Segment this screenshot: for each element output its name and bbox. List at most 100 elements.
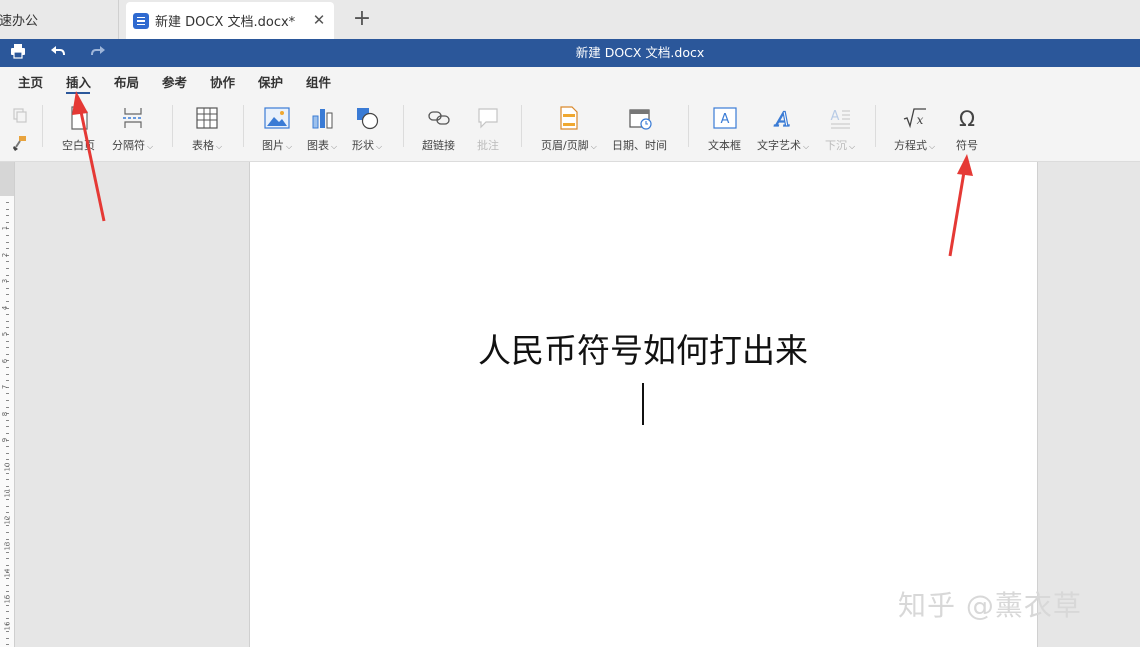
title-bar: 新建 DOCX 文档.docx bbox=[0, 39, 1140, 67]
ruler-tick bbox=[6, 631, 9, 632]
link-icon bbox=[426, 105, 452, 131]
header-footer-icon bbox=[556, 105, 582, 131]
menu-insert[interactable]: 插入 bbox=[66, 72, 91, 91]
ruler-tick bbox=[6, 341, 9, 342]
ruler-tick bbox=[6, 374, 9, 375]
ruler-tick bbox=[6, 400, 9, 401]
drop-cap-button[interactable]: A 下沉 ⌵ bbox=[825, 105, 855, 153]
ruler-tick bbox=[6, 261, 9, 262]
active-menu-indicator bbox=[66, 92, 90, 94]
ruler-tick bbox=[6, 420, 9, 421]
ruler-tick bbox=[6, 473, 9, 474]
hyperlink-button[interactable]: 超链接 bbox=[422, 105, 455, 153]
menu-home[interactable]: 主页 bbox=[18, 72, 43, 91]
svg-text:A: A bbox=[774, 107, 790, 130]
chart-text: 图表 bbox=[307, 139, 329, 152]
chevron-down-icon: ⌵ bbox=[849, 142, 856, 151]
ruler-tick bbox=[6, 618, 9, 619]
ruler-tick bbox=[6, 479, 9, 480]
ruler-tick bbox=[6, 433, 9, 434]
ruler-tick bbox=[6, 459, 9, 460]
shape-button[interactable]: 形状 ⌵ bbox=[352, 105, 382, 153]
chevron-down-icon: ⌵ bbox=[147, 142, 154, 151]
ruler-number: 16 bbox=[3, 621, 12, 630]
chart-button[interactable]: 图表 ⌵ bbox=[307, 105, 337, 153]
tab-active-document[interactable]: 新建 DOCX 文档.docx* ✕ bbox=[126, 2, 334, 39]
text-art-icon: A bbox=[770, 105, 796, 131]
menu-protect[interactable]: 保护 bbox=[258, 72, 283, 91]
date-time-button[interactable]: 日期、时间 bbox=[612, 105, 667, 153]
new-tab-icon[interactable]: + bbox=[350, 8, 374, 32]
text-art-button[interactable]: A 文字艺术 ⌵ bbox=[757, 105, 809, 153]
ruler-tick bbox=[6, 506, 9, 507]
picture-text: 图片 bbox=[262, 139, 284, 152]
separator bbox=[688, 105, 689, 147]
separator bbox=[521, 105, 522, 147]
svg-text:A: A bbox=[831, 109, 840, 124]
chevron-down-icon: ⌵ bbox=[376, 142, 383, 151]
ruler-number: 2 bbox=[1, 252, 10, 257]
chevron-down-icon: ⌵ bbox=[286, 142, 293, 151]
tab-inactive[interactable]: 极速办公 bbox=[0, 0, 119, 39]
ruler-tick bbox=[6, 407, 9, 408]
textbox-button[interactable]: A 文本框 bbox=[708, 105, 741, 153]
document-heading[interactable]: 人民币符号如何打出来 bbox=[250, 324, 1036, 372]
chart-label: 图表 ⌵ bbox=[307, 137, 337, 153]
separator bbox=[42, 105, 43, 147]
ruler-number: 1 bbox=[1, 225, 10, 231]
ruler-tick bbox=[6, 638, 9, 639]
calendar-icon bbox=[627, 105, 653, 131]
tab-strip: 极速办公 新建 DOCX 文档.docx* ✕ + bbox=[0, 0, 1140, 39]
ruler-tick bbox=[6, 532, 9, 533]
menu-layout[interactable]: 布局 bbox=[114, 72, 139, 91]
ruler-tick bbox=[6, 644, 9, 645]
ruler-tick bbox=[6, 565, 9, 566]
shape-icon bbox=[354, 105, 380, 131]
comment-button[interactable]: 批注 bbox=[475, 105, 501, 153]
ruler-number: 10 bbox=[3, 462, 12, 471]
chevron-down-icon: ⌵ bbox=[929, 142, 936, 151]
chevron-down-icon: ⌵ bbox=[590, 142, 597, 151]
ruler-number: 5 bbox=[1, 331, 10, 337]
equation-button[interactable]: x 方程式 ⌵ bbox=[894, 105, 935, 153]
ruler-tick bbox=[6, 301, 9, 302]
menu-references[interactable]: 参考 bbox=[162, 72, 187, 91]
page-break-button[interactable]: 分隔符 ⌵ bbox=[112, 105, 153, 153]
picture-button[interactable]: 图片 ⌵ bbox=[262, 105, 292, 153]
ruler-tick bbox=[6, 591, 9, 592]
ruler-tick bbox=[6, 275, 9, 276]
ruler-number: 12 bbox=[3, 515, 12, 524]
table-button[interactable]: 表格 ⌵ bbox=[192, 105, 222, 153]
ruler-tick bbox=[6, 367, 9, 368]
menu-collaborate[interactable]: 协作 bbox=[210, 72, 235, 91]
ruler-tick bbox=[6, 202, 9, 203]
symbol-label: 符号 bbox=[956, 139, 978, 152]
header-footer-button[interactable]: 页眉/页脚 ⌵ bbox=[541, 105, 597, 153]
comment-icon bbox=[475, 105, 501, 131]
ruler-tick bbox=[6, 235, 9, 236]
close-tab-icon[interactable]: ✕ bbox=[310, 11, 328, 29]
copy-icon[interactable] bbox=[12, 107, 28, 127]
blank-page-button[interactable]: 空白页 bbox=[62, 105, 95, 153]
table-text: 表格 bbox=[192, 139, 214, 152]
menu-plugins[interactable]: 组件 bbox=[306, 72, 331, 91]
ruler-tick bbox=[6, 453, 9, 454]
equation-label: 方程式 ⌵ bbox=[894, 137, 935, 153]
ruler-number: 8 bbox=[1, 411, 10, 416]
chevron-down-icon: ⌵ bbox=[331, 142, 338, 151]
text-art-text: 文字艺术 bbox=[757, 139, 801, 152]
picture-icon bbox=[264, 105, 290, 131]
ruler-tick bbox=[6, 354, 9, 355]
ruler-tick bbox=[6, 552, 9, 553]
shape-text: 形状 bbox=[352, 139, 374, 152]
shape-label: 形状 ⌵ bbox=[352, 137, 382, 153]
symbol-button[interactable]: Ω 符号 bbox=[954, 105, 980, 153]
ruler-number: 9 bbox=[1, 437, 10, 443]
document-page[interactable]: 人民币符号如何打出来 bbox=[249, 162, 1038, 647]
vertical-ruler[interactable]: 1 2 3 4 5 6 7 8 9 10 11 12 13 14 15 16 bbox=[0, 162, 15, 647]
ruler-tick bbox=[6, 539, 9, 540]
picture-label: 图片 ⌵ bbox=[262, 137, 292, 153]
format-painter-icon[interactable] bbox=[12, 135, 28, 155]
ruler-tick bbox=[6, 242, 9, 243]
window-title: 新建 DOCX 文档.docx bbox=[575, 45, 705, 60]
